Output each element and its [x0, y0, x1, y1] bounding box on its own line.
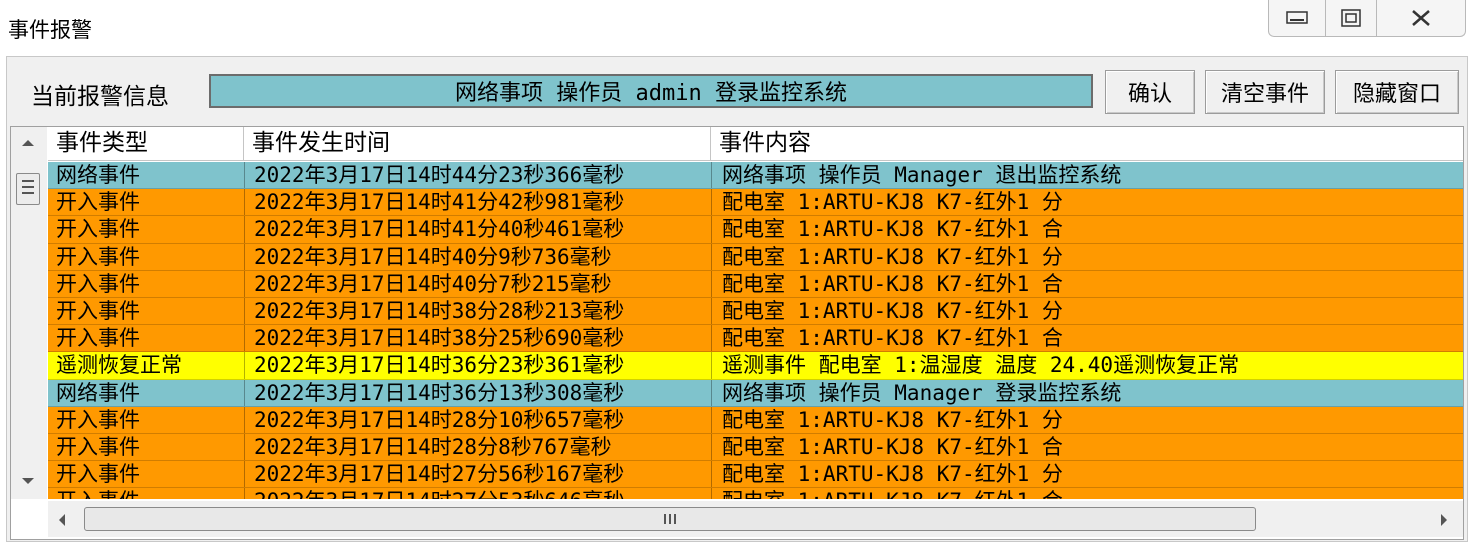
- maximize-icon: [1341, 9, 1361, 27]
- event-time-cell: 2022年3月17日14时41分40秒461毫秒: [254, 217, 625, 242]
- grip-icon: [664, 514, 676, 524]
- scroll-right-icon[interactable]: [1440, 513, 1448, 527]
- horizontal-scroll-thumb[interactable]: [84, 507, 1256, 531]
- table-row[interactable]: 开入事件 2022年3月17日14时40分9秒736毫秒 配电室 1:ARTU-KJ…: [48, 243, 1463, 271]
- current-alarm-message: 网络事项 操作员 admin 登录监控系统: [209, 74, 1093, 108]
- event-time-cell: 2022年3月17日14时41分42秒981毫秒: [254, 190, 625, 215]
- scroll-up-icon[interactable]: [21, 139, 35, 147]
- event-time-cell: 2022年3月17日14时40分7秒215毫秒: [254, 271, 612, 296]
- event-time-cell: 2022年3月17日14时28分10秒657毫秒: [254, 407, 625, 432]
- column-header-type[interactable]: 事件类型: [48, 127, 244, 160]
- event-content-cell: 配电室 1:ARTU-KJ8 K7-红外1 分: [722, 190, 1063, 215]
- vertical-scroll-thumb[interactable]: [16, 173, 40, 205]
- event-type-cell: 开入事件: [56, 462, 140, 487]
- event-time-cell: 2022年3月17日14时36分23秒361毫秒: [254, 353, 625, 378]
- vertical-scrollbar[interactable]: [11, 127, 47, 499]
- client-area: 当前报警信息 网络事项 操作员 admin 登录监控系统 确认 清空事件 隐藏窗…: [6, 56, 1468, 542]
- event-time-cell: 2022年3月17日14时27分56秒167毫秒: [254, 462, 625, 487]
- event-time-cell: 2022年3月17日14时36分13秒308毫秒: [254, 380, 625, 405]
- event-content-cell: 配电室 1:ARTU-KJ8 K7-红外1 分: [722, 462, 1063, 487]
- event-type-cell: 开入事件: [56, 434, 140, 459]
- table-row[interactable]: 遥测恢复正常 2022年3月17日14时36分23秒361毫秒 遥测事件 配电室 1…: [48, 352, 1463, 380]
- event-type-cell: 开入事件: [56, 407, 140, 432]
- current-alarm-label: 当前报警信息: [31, 84, 169, 110]
- event-type-cell: 遥测恢复正常: [56, 353, 182, 378]
- table-header: 事件类型 事件发生时间 事件内容: [48, 127, 1463, 161]
- event-content-cell: 网络事项 操作员 Manager 登录监控系统: [722, 380, 1122, 405]
- table-row[interactable]: 开入事件 2022年3月17日14时28分8秒767毫秒 配电室 1:ARTU-KJ…: [48, 433, 1463, 462]
- event-type-cell: 开入事件: [56, 217, 140, 242]
- confirm-button[interactable]: 确认: [1105, 70, 1195, 114]
- minimize-icon: [1286, 11, 1308, 24]
- close-button[interactable]: [1377, 0, 1465, 36]
- clear-events-button[interactable]: 清空事件: [1205, 70, 1325, 114]
- table-row[interactable]: 网络事件 2022年3月17日14时36分13秒308毫秒 网络事项 操作员 Man…: [48, 379, 1463, 407]
- table-row[interactable]: 开入事件 2022年3月17日14时41分42秒981毫秒 配电室 1:ARTU-K…: [48, 189, 1463, 217]
- table-row[interactable]: 开入事件 2022年3月17日14时27分56秒167毫秒 配电室 1:ARTU-K…: [48, 461, 1463, 489]
- minimize-button[interactable]: [1269, 0, 1326, 36]
- event-type-cell: 开入事件: [56, 190, 140, 215]
- title-bar[interactable]: 事件报警: [0, 0, 1473, 56]
- event-content-cell: 配电室 1:ARTU-KJ8 K7-红外1 合: [722, 434, 1063, 459]
- event-time-cell: 2022年3月17日14时44分23秒366毫秒: [254, 163, 625, 187]
- event-type-cell: 开入事件: [56, 326, 140, 351]
- event-time-cell: 2022年3月17日14时38分25秒690毫秒: [254, 326, 625, 351]
- event-type-cell: 网络事件: [56, 163, 140, 187]
- window-title: 事件报警: [8, 18, 92, 42]
- table-row[interactable]: 开入事件 2022年3月17日14时27分53秒646毫秒 配电室 1:ARTU-K…: [48, 488, 1463, 499]
- event-type-cell: 开入事件: [56, 488, 140, 499]
- close-icon: [1412, 10, 1430, 26]
- event-type-cell: 开入事件: [56, 298, 140, 323]
- table-row[interactable]: 开入事件 2022年3月17日14时38分28秒213毫秒 配电室 1:ARTU-K…: [48, 297, 1463, 326]
- event-content-cell: 配电室 1:ARTU-KJ8 K7-红外1 合: [722, 488, 1063, 499]
- table-row[interactable]: 开入事件 2022年3月17日14时41分40秒461毫秒 配电室 1:ARTU-K…: [48, 216, 1463, 244]
- event-content-cell: 配电室 1:ARTU-KJ8 K7-红外1 合: [722, 217, 1063, 242]
- table-row[interactable]: 开入事件 2022年3月17日14时28分10秒657毫秒 配电室 1:ARTU-K…: [48, 406, 1463, 434]
- event-type-cell: 开入事件: [56, 271, 140, 296]
- table-row[interactable]: 开入事件 2022年3月17日14时38分25秒690毫秒 配电室 1:ARTU-K…: [48, 325, 1463, 353]
- event-content-cell: 遥测事件 配电室 1:温湿度 温度 24.40遥测恢复正常: [722, 353, 1240, 378]
- window-controls: [1268, 0, 1466, 37]
- horizontal-scrollbar[interactable]: [48, 501, 1463, 537]
- event-content-cell: 配电室 1:ARTU-KJ8 K7-红外1 分: [722, 244, 1063, 269]
- table-row[interactable]: 网络事件 2022年3月17日14时44分23秒366毫秒 网络事项 操作员 Man…: [48, 162, 1463, 190]
- event-table: 事件类型 事件发生时间 事件内容 网络事件 2022年3月17日14时44分23秒…: [10, 126, 1464, 540]
- event-content-cell: 网络事项 操作员 Manager 退出监控系统: [722, 163, 1122, 187]
- event-content-cell: 配电室 1:ARTU-KJ8 K7-红外1 合: [722, 326, 1063, 351]
- column-header-time[interactable]: 事件发生时间: [244, 127, 711, 160]
- scroll-down-icon[interactable]: [21, 477, 35, 485]
- table-body: 网络事件 2022年3月17日14时44分23秒366毫秒 网络事项 操作员 Man…: [48, 162, 1463, 499]
- event-time-cell: 2022年3月17日14时28分8秒767毫秒: [254, 434, 612, 459]
- table-row[interactable]: 开入事件 2022年3月17日14时40分7秒215毫秒 配电室 1:ARTU-KJ…: [48, 270, 1463, 298]
- event-type-cell: 开入事件: [56, 244, 140, 269]
- scroll-left-icon[interactable]: [58, 513, 66, 527]
- event-type-cell: 网络事件: [56, 380, 140, 405]
- maximize-button[interactable]: [1326, 0, 1377, 36]
- event-content-cell: 配电室 1:ARTU-KJ8 K7-红外1 合: [722, 271, 1063, 296]
- event-time-cell: 2022年3月17日14时38分28秒213毫秒: [254, 298, 625, 323]
- event-time-cell: 2022年3月17日14时40分9秒736毫秒: [254, 244, 612, 269]
- event-content-cell: 配电室 1:ARTU-KJ8 K7-红外1 分: [722, 298, 1063, 323]
- event-content-cell: 配电室 1:ARTU-KJ8 K7-红外1 分: [722, 407, 1063, 432]
- hide-window-button[interactable]: 隐藏窗口: [1335, 70, 1459, 114]
- event-time-cell: 2022年3月17日14时27分53秒646毫秒: [254, 488, 624, 499]
- column-header-content[interactable]: 事件内容: [711, 127, 1463, 160]
